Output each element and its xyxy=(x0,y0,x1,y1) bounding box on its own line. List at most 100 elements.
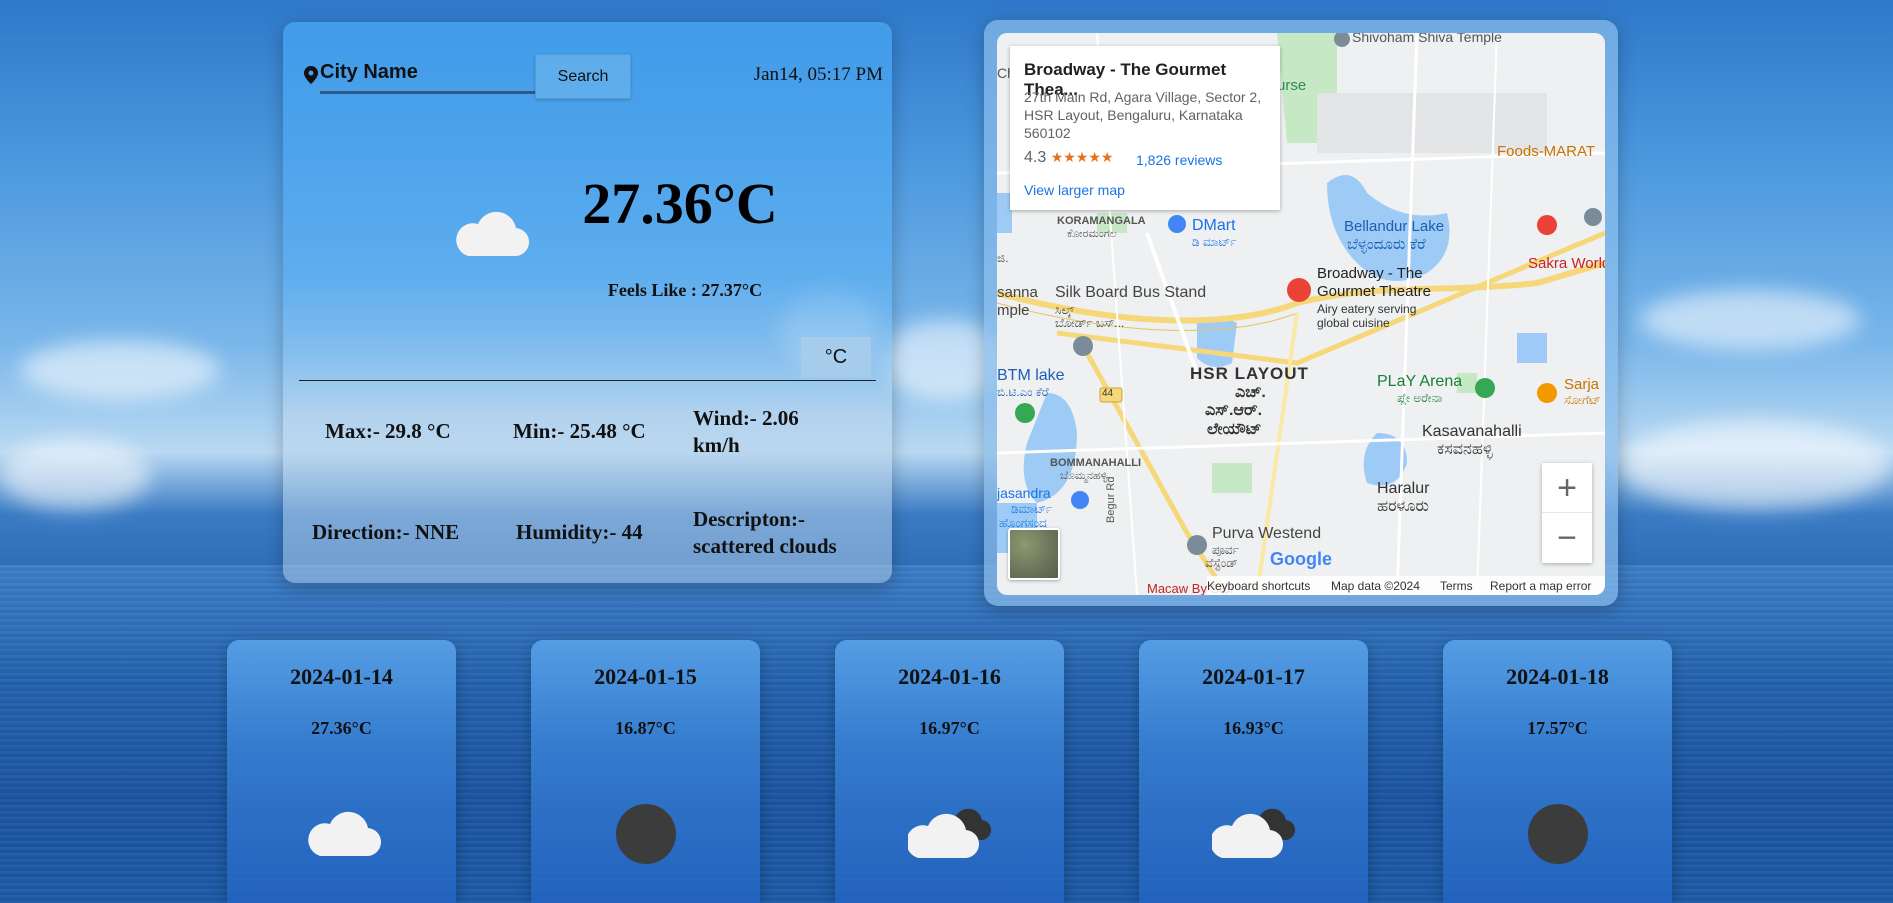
map-label-hsr-kn2: ಎಸ್.ಆರ್. xyxy=(1205,402,1263,419)
place-address: 27th Main Rd, Agara Village, Sector 2, H… xyxy=(1024,88,1261,142)
map-label-broadway-desc2: global cuisine xyxy=(1317,316,1390,330)
date-time: Jan14, 05:17 PM xyxy=(753,64,883,85)
city-search-input[interactable] xyxy=(320,54,536,94)
humidity: Humidity:- 44 xyxy=(516,520,643,544)
cloudy-icon xyxy=(1212,808,1296,859)
map-label-kasavanahalli-kn: ಕಸವನಹಳ್ಳಿ xyxy=(1437,441,1493,458)
map-label-shivoham: Shivoham Shiva Temple xyxy=(1352,33,1502,45)
reviews-link[interactable]: 1,826 reviews xyxy=(1136,152,1222,168)
rating-value: 4.3 xyxy=(1024,149,1047,166)
map-label-haralur-kn: ಹರಳೂರು xyxy=(1377,498,1430,515)
forecast-card: 2024-01-18 17.57°C xyxy=(1443,640,1672,903)
report-map-error-link[interactable]: Report a map error xyxy=(1490,579,1591,593)
keyboard-shortcuts-link[interactable]: Keyboard shortcuts xyxy=(1207,579,1310,593)
map-label-silkboard-kn2: ಬೋರ್ಡ್ ಬಸ್... xyxy=(1055,316,1125,330)
zoom-in-button[interactable]: + xyxy=(1542,463,1592,513)
forecast-temp: 16.93°C xyxy=(1223,718,1284,738)
map-label-haralur: Haralur xyxy=(1377,480,1430,497)
forecast-temp: 16.87°C xyxy=(615,718,676,738)
zoom-out-button[interactable]: − xyxy=(1542,513,1592,563)
map-label-btm: BTM lake xyxy=(997,367,1065,384)
map-label-hsr-kn1: ಎಚ್. xyxy=(1235,384,1266,401)
map-label-hsr: HSR LAYOUT xyxy=(1190,364,1309,383)
google-logo: Google xyxy=(1270,549,1332,569)
dark-circle-icon xyxy=(1528,804,1588,864)
forecast-date: 2024-01-16 xyxy=(898,664,1001,689)
map-label-broadway2: Gourmet Theatre xyxy=(1317,283,1431,300)
divider xyxy=(299,380,876,381)
search-button[interactable]: Search xyxy=(535,54,631,99)
unit-toggle-button[interactable]: °C xyxy=(801,337,871,377)
forecast-card: 2024-01-14 27.36°C xyxy=(227,640,456,903)
wind-unit: km/h xyxy=(693,433,740,457)
map-label-silkboard: Silk Board Bus Stand xyxy=(1055,284,1207,301)
map-label-foods: Foods-MARAT xyxy=(1497,143,1596,160)
max-temp: Max:- 29.8 °C xyxy=(325,419,451,443)
map-label-ji: ಜಿ. xyxy=(997,251,1009,265)
map-label-bommanahalli-kn: ಬೊಮ್ಮನಹಳ್ಳಿ xyxy=(1060,470,1108,482)
cloud-icon xyxy=(456,211,530,257)
forecast-date: 2024-01-17 xyxy=(1202,664,1305,689)
forecast-card: 2024-01-15 16.87°C xyxy=(531,640,760,903)
wind-value: Wind:- 2.06 xyxy=(693,406,799,430)
wind: Wind:- 2.06 km/h xyxy=(693,405,799,459)
terms-link[interactable]: Terms xyxy=(1440,579,1473,593)
map-label-purva-kn2: ವೆಸ್ಟೆಂಡ್ xyxy=(1205,556,1238,570)
dark-circle-icon xyxy=(616,804,676,864)
map-label-hsr-kn3: ಲೇಯೌಟ್ xyxy=(1207,421,1262,438)
map-label-play-arena: PLaY Arena xyxy=(1377,373,1463,390)
map-label-road-44: 44 xyxy=(1102,388,1114,399)
map-label-sarja: Sarja xyxy=(1564,376,1600,393)
zoom-controls: + − xyxy=(1542,463,1592,563)
description-value: scattered clouds xyxy=(693,534,837,558)
min-temp: Min:- 25.48 °C xyxy=(513,419,646,443)
current-temperature: 27.36°C xyxy=(582,171,778,236)
forecast-card: 2024-01-16 16.97°C xyxy=(835,640,1064,903)
map-label-broadway1: Broadway - The xyxy=(1317,265,1423,282)
description-label: Descripton:- xyxy=(693,507,805,531)
map-label-jasandra: jasandra xyxy=(997,485,1051,501)
direction: Direction:- NNE xyxy=(312,520,460,544)
map-label-bellandur-kn: ಬೆಳ್ಳಂದೂರು ಕೆರೆ xyxy=(1347,236,1426,253)
address-line-1: 27th Main Rd, Agara Village, Sector 2, xyxy=(1024,89,1262,105)
forecast-temp: 16.97°C xyxy=(919,718,980,738)
location-pin-icon xyxy=(304,66,318,84)
map-label-jasandra-kn1: ಡಿಮಾರ್ಟ್ xyxy=(1011,502,1053,516)
cloudy-icon xyxy=(908,808,992,859)
map-label-broadway-desc1: Airy eatery serving xyxy=(1317,302,1417,316)
forecast-date: 2024-01-14 xyxy=(290,664,393,689)
map-label-play-arena-kn: ಪ್ಲೇ ಅರೇನಾ xyxy=(1397,391,1443,405)
description: Descripton:- scattered clouds xyxy=(693,506,837,560)
address-line-2: HSR Layout, Bengaluru, Karnataka xyxy=(1024,107,1243,123)
forecast-temp: 17.57°C xyxy=(1527,718,1588,738)
forecast-date: 2024-01-15 xyxy=(594,664,697,689)
satellite-toggle[interactable] xyxy=(1008,528,1060,580)
view-larger-map-link[interactable]: View larger map xyxy=(1024,182,1125,198)
address-line-3: 560102 xyxy=(1024,125,1071,141)
map-label-bommanahalli: BOMMANAHALLI xyxy=(1050,457,1142,469)
map-label-purva: Purva Westend xyxy=(1212,525,1322,542)
forecast-card: 2024-01-17 16.93°C xyxy=(1139,640,1368,903)
map-label-urse: urse xyxy=(1277,77,1307,94)
google-map[interactable]: Shivoham Shiva Temple urse Foods-MARAT K… xyxy=(997,33,1605,595)
map-label-dmart-kn: ಡಿ ಮಾರ್ಟ್ xyxy=(1192,235,1237,249)
star-rating-icon: ★★★★★ xyxy=(1050,149,1114,165)
map-label-mple: mple xyxy=(997,302,1030,319)
map-data-text: Map data ©2024 xyxy=(1331,579,1420,593)
current-weather-card xyxy=(283,22,892,583)
feels-like: Feels Like : 27.37°C xyxy=(607,280,763,300)
cloud-icon xyxy=(308,811,382,857)
map-label-koramangala-kn: ಕೋರಮಂಗಲ xyxy=(1067,228,1117,240)
map-label-btm-kn: ಬಿ.ಟಿ.ಎಂ ಕೆರೆ xyxy=(997,385,1049,399)
map-label-koramangala: KORAMANGALA xyxy=(1057,215,1146,227)
map-label-bellandur: Bellandur Lake xyxy=(1344,218,1445,235)
map-label-kasavanahalli: Kasavanahalli xyxy=(1422,423,1522,440)
place-rating: 4.3 ★★★★★ xyxy=(1024,149,1113,167)
place-info-card: Broadway - The Gourmet Thea... 27th Main… xyxy=(1010,46,1280,210)
forecast-date: 2024-01-18 xyxy=(1506,664,1609,689)
map-footer: Keyboard shortcuts Map data ©2024 Terms … xyxy=(1207,576,1605,595)
forecast-temp: 27.36°C xyxy=(311,718,372,738)
map-label-dmart: DMart xyxy=(1192,217,1236,234)
map-label-sarja-kn: ಸೋಗೆಟ್ xyxy=(1564,393,1601,407)
map-label-sanna: sanna xyxy=(997,284,1038,301)
